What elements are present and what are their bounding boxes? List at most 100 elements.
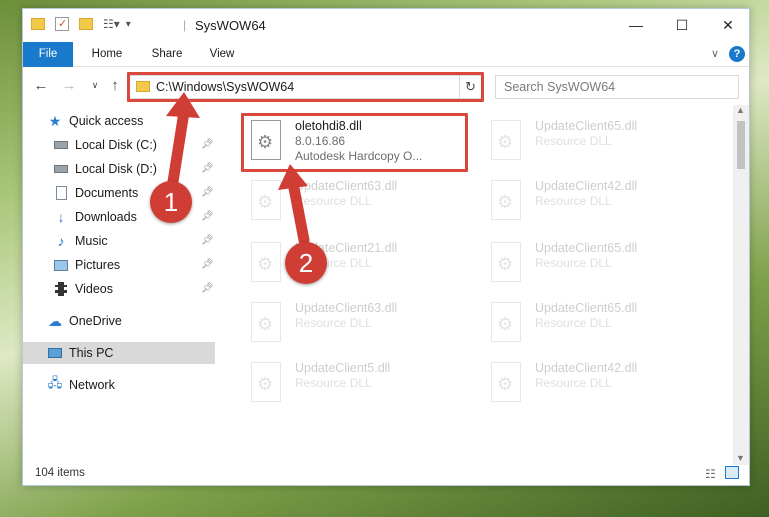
scroll-thumb[interactable] [737, 121, 745, 169]
file-type: Resource DLL [535, 194, 612, 208]
nav-pictures[interactable]: Pictures [53, 254, 120, 276]
file-type: Resource DLL [535, 256, 612, 270]
details-view-icon[interactable]: ☷ [705, 467, 716, 481]
nav-local-disk-c-label: Local Disk (C:) [75, 138, 157, 152]
nav-onedrive[interactable]: ☁ OneDrive [47, 310, 122, 332]
file-item[interactable]: ⚙ UpdateClient42.dll Resource DLL [483, 359, 711, 413]
pin-icon[interactable]: 📌︎ [201, 283, 214, 294]
search-input[interactable]: Search SysWOW64 [495, 75, 739, 99]
pin-icon[interactable]: 📌︎ [201, 259, 214, 270]
title-bar: ✓ ☷▾ ▾ | SysWOW64 — ☐ ✕ [23, 9, 749, 41]
view-options-icon[interactable]: ☷▾ [103, 17, 120, 31]
nav-onedrive-label: OneDrive [69, 314, 122, 328]
network-icon: 🖧︎ [47, 375, 63, 390]
file-name: UpdateClient65.dll [535, 301, 638, 315]
quick-access-toolbar: ✓ ☷▾ ▾ [31, 17, 131, 31]
nav-local-disk-c[interactable]: Local Disk (C:) [53, 134, 157, 156]
vertical-scrollbar[interactable]: ▲ ▼ [733, 105, 749, 465]
nav-local-disk-d[interactable]: Local Disk (D:) [53, 158, 157, 180]
file-item[interactable]: ⚙ UpdateClient42.dll Resource DLL [483, 177, 711, 231]
dll-file-icon: ⚙ [487, 302, 527, 350]
nav-this-pc-label: This PC [69, 346, 114, 360]
file-item[interactable]: ⚙ UpdateClient21.dll Resource DLL [243, 239, 471, 293]
pin-icon[interactable]: 📌︎ [201, 187, 214, 198]
dll-file-icon: ⚙ [487, 180, 527, 228]
dll-file-icon: ⚙ [487, 362, 527, 410]
search-placeholder: Search SysWOW64 [504, 80, 616, 94]
scroll-up-icon[interactable]: ▲ [736, 105, 745, 115]
file-name: UpdateClient5.dll [295, 361, 391, 375]
file-item[interactable]: ⚙ UpdateClient5.dll Resource DLL [243, 359, 471, 413]
nav-downloads-label: Downloads [75, 210, 137, 224]
computer-icon [47, 345, 63, 361]
file-name: UpdateClient42.dll [535, 361, 638, 375]
tab-share[interactable]: Share [141, 42, 193, 67]
help-icon[interactable]: ? [729, 46, 745, 62]
forward-button[interactable]: → [59, 75, 79, 95]
dll-file-icon: ⚙ [247, 302, 287, 350]
file-item[interactable]: ⚙ UpdateClient63.dll Resource DLL [243, 299, 471, 353]
nav-downloads[interactable]: ↓ Downloads [53, 206, 137, 228]
documents-icon [53, 185, 69, 201]
drive-icon [53, 137, 69, 153]
maximize-button[interactable]: ☐ [659, 9, 705, 41]
cloud-icon: ☁ [48, 312, 62, 329]
nav-network[interactable]: 🖧︎ Network [47, 374, 115, 396]
scroll-down-icon[interactable]: ▼ [736, 453, 745, 463]
nav-music[interactable]: ♪ Music [53, 230, 108, 252]
dll-file-icon: ⚙ [247, 180, 287, 228]
tab-file[interactable]: File [23, 42, 73, 67]
up-button[interactable]: ↑ [105, 75, 125, 95]
file-list: ⚙ oletohdi8.dll 8.0.16.86 Autodesk Hardc… [239, 105, 733, 465]
nav-pictures-label: Pictures [75, 258, 121, 272]
recent-locations-icon[interactable]: ∨ [85, 75, 105, 95]
properties-icon[interactable]: ✓ [55, 17, 69, 31]
file-name: UpdateClient65.dll [535, 241, 638, 255]
nav-quick-access[interactable]: ★ Quick access [47, 110, 144, 132]
title-separator: | [183, 18, 187, 32]
pin-icon[interactable]: 📌︎ [201, 211, 214, 222]
dll-file-icon: ⚙ [487, 242, 527, 290]
nav-documents[interactable]: Documents [53, 182, 138, 204]
file-type: Resource DLL [535, 134, 612, 148]
download-arrow-icon: ↓ [57, 209, 65, 225]
file-item[interactable]: ⚙ UpdateClient65.dll Resource DLL [483, 117, 711, 171]
file-item[interactable]: ⚙ UpdateClient65.dll Resource DLL [483, 239, 711, 293]
file-highlight-box [241, 113, 468, 172]
nav-documents-label: Documents [75, 186, 139, 200]
file-name: UpdateClient42.dll [535, 179, 638, 193]
file-name: UpdateClient65.dll [535, 119, 638, 133]
file-type: Resource DLL [535, 316, 612, 330]
dll-file-icon: ⚙ [247, 362, 287, 410]
tab-home[interactable]: Home [81, 42, 133, 67]
dll-file-icon: ⚙ [487, 120, 527, 168]
expand-ribbon-icon[interactable]: ∨ [711, 47, 719, 60]
nav-videos[interactable]: Videos [53, 278, 113, 300]
tab-view[interactable]: View [199, 42, 245, 67]
address-highlight-box [127, 72, 484, 102]
file-item[interactable]: ⚙ UpdateClient65.dll Resource DLL [483, 299, 711, 353]
nav-local-disk-d-label: Local Disk (D:) [75, 162, 157, 176]
film-icon [53, 281, 69, 297]
navigation-pane: ★ Quick access Local Disk (C:) 📌︎ Local … [23, 105, 215, 469]
minimize-button[interactable]: — [613, 9, 659, 41]
customize-toolbar-icon[interactable]: ▾ [126, 19, 131, 30]
close-button[interactable]: ✕ [705, 9, 751, 41]
nav-network-label: Network [69, 378, 115, 392]
pin-icon[interactable]: 📌︎ [201, 235, 214, 246]
file-item[interactable]: ⚙ UpdateClient63.dll Resource DLL [243, 177, 471, 231]
music-note-icon: ♪ [57, 233, 65, 249]
dll-file-icon: ⚙ [247, 242, 287, 290]
large-icons-view-icon[interactable] [725, 466, 739, 479]
nav-this-pc[interactable]: This PC [23, 342, 215, 364]
drive-icon [53, 161, 69, 177]
new-folder-icon[interactable] [79, 18, 93, 30]
window-title: SysWOW64 [195, 18, 266, 33]
step-badge-2: 2 [285, 242, 327, 284]
back-button[interactable]: ← [31, 75, 51, 95]
pin-icon[interactable]: 📌︎ [201, 163, 214, 174]
pin-icon[interactable]: 📌︎ [201, 139, 214, 150]
folder-icon[interactable] [31, 18, 45, 30]
item-count: 104 items [35, 467, 85, 479]
file-type: Resource DLL [535, 376, 612, 390]
